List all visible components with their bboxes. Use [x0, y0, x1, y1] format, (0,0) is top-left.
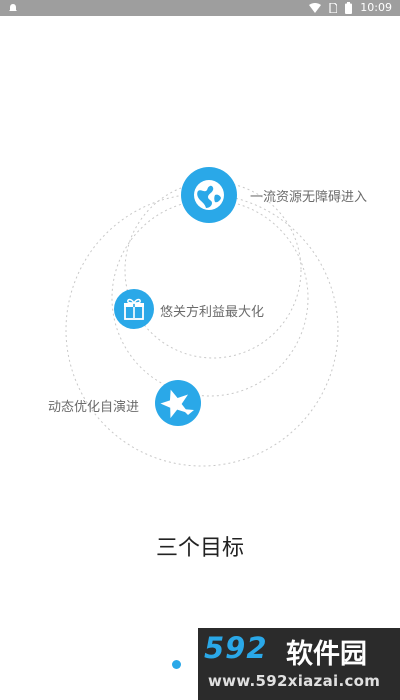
page-title: 三个目标	[155, 536, 244, 561]
goals-diagram	[65, 181, 339, 467]
goal-label-resources: 一流资源无障碍进入	[250, 190, 368, 205]
orbit-ring-outer	[65, 193, 339, 467]
watermark-brand: 软件园	[286, 639, 367, 670]
orbit-rings	[65, 181, 339, 467]
pager-dot-active[interactable]	[172, 660, 181, 669]
watermark-logo: 592	[204, 631, 268, 665]
globe-icon	[181, 167, 237, 223]
goal-label-evolution: 动态优化自演进	[48, 400, 140, 415]
goal-label-stakeholders: 悠关方利益最大化	[160, 305, 265, 320]
gift-icon	[114, 289, 154, 329]
watermark: 592 软件园 www.592xiazai.com	[198, 628, 400, 700]
watermark-url: www.592xiazai.com	[208, 672, 381, 690]
star-icon	[155, 380, 201, 426]
